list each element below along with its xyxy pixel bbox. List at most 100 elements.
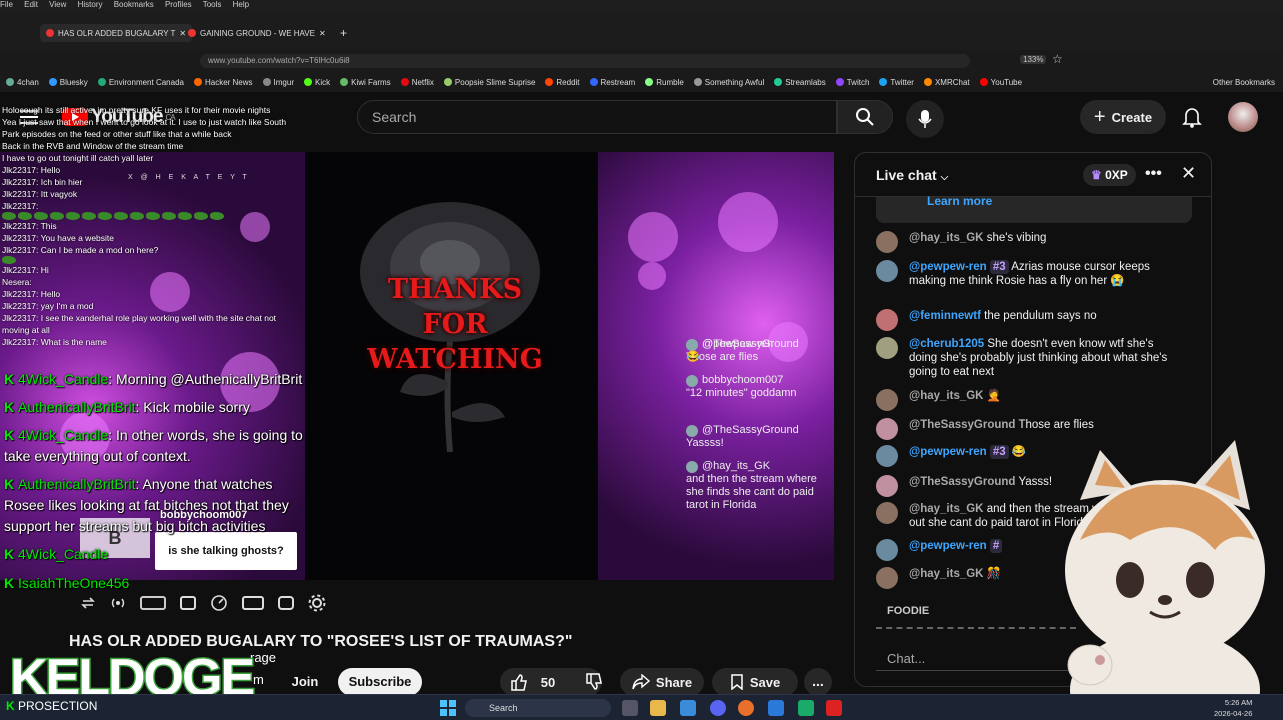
bookmark-item[interactable]: Environment Canada (97, 78, 184, 87)
menu-help[interactable]: Help (233, 0, 249, 9)
user-avatar[interactable] (876, 418, 898, 440)
search-button[interactable] (837, 100, 893, 134)
chat-username[interactable]: @hay_its_GK (909, 232, 984, 244)
menu-view[interactable]: View (49, 0, 66, 9)
miniplayer-icon[interactable] (140, 596, 166, 610)
bookmark-item[interactable]: Kiwi Farms (340, 78, 391, 87)
bookmark-item[interactable]: Twitter (879, 78, 914, 87)
system-clock[interactable]: 5:26 AM 2026-04-26 (1214, 697, 1252, 719)
thumbs-down-icon[interactable] (585, 673, 602, 691)
close-chat-icon[interactable]: ✕ (1181, 163, 1196, 184)
chat-username[interactable]: @pewpew-ren (909, 261, 987, 273)
user-avatar[interactable] (876, 337, 898, 359)
zoom-level[interactable]: 133% (1020, 55, 1047, 64)
bookmark-item[interactable]: Poopsie Slime Suprise (443, 78, 535, 87)
xp-badge[interactable]: ♛ 0XP (1083, 164, 1136, 186)
menu-history[interactable]: History (78, 0, 103, 9)
user-avatar[interactable] (876, 389, 898, 411)
chat-username[interactable]: @cherub1205 (909, 338, 984, 350)
bookmark-item[interactable]: Bluesky (48, 77, 88, 87)
add-clip-icon[interactable] (242, 596, 264, 610)
learn-more-banner[interactable]: Learn more (876, 194, 1192, 223)
chat-username[interactable]: @feminnewtf (909, 310, 981, 322)
bookmark-item[interactable]: XMRChat (923, 78, 970, 87)
save-button[interactable]: Save (712, 668, 798, 696)
app-icon[interactable] (798, 700, 814, 716)
user-avatar[interactable] (876, 445, 898, 467)
gear-icon[interactable] (308, 594, 326, 612)
notifications-bell-icon[interactable] (1182, 106, 1202, 128)
join-button[interactable]: Join (283, 668, 327, 696)
bookmark-item[interactable]: Something Awful (693, 78, 764, 87)
chat-message-body: @pewpew-ren # (909, 539, 1003, 561)
bookmark-item[interactable]: Netflix (400, 78, 434, 87)
star-icon[interactable]: ☆ (1052, 52, 1063, 66)
other-bookmarks[interactable]: Other Bookmarks (1213, 78, 1275, 87)
menu-edit[interactable]: Edit (24, 0, 38, 9)
user-avatar[interactable] (876, 231, 898, 253)
tab-inactive[interactable]: GAINING GROUND - WE HAVE ✕ (182, 24, 332, 42)
bookmark-label: Bluesky (59, 77, 88, 87)
more-options-icon[interactable]: ••• (1145, 165, 1162, 183)
chat-username[interactable]: @TheSassyGround (909, 419, 1015, 431)
menu-bookmarks[interactable]: Bookmarks (114, 0, 154, 9)
speed-gauge-icon[interactable] (210, 594, 228, 612)
chat-username[interactable]: @pewpew-ren (909, 446, 987, 458)
bookmark-item[interactable]: Rumble (645, 78, 684, 87)
url-field[interactable]: www.youtube.com/watch?v=T6lHc0u6i8 (200, 54, 970, 68)
chat-username[interactable]: @TheSassyGround (909, 476, 1015, 488)
chat-username[interactable]: @hay_its_GK (909, 503, 984, 515)
menu-file[interactable]: File (0, 0, 13, 9)
taskbar-search[interactable]: Search (465, 699, 611, 717)
bookmark-item[interactable]: Imgur (262, 78, 294, 87)
more-actions-button[interactable]: ... (804, 668, 832, 696)
bookmark-item[interactable]: Streamlabs (774, 78, 826, 87)
live-chat-title: Live chat (876, 167, 937, 183)
frog-emote-icon (18, 212, 32, 220)
app-icon[interactable] (768, 700, 784, 716)
close-icon[interactable]: ✕ (319, 29, 326, 38)
user-avatar[interactable] (876, 539, 898, 561)
task-view-icon[interactable] (622, 700, 638, 716)
share-button[interactable]: Share (620, 668, 704, 696)
create-button[interactable]: + Create (1080, 100, 1166, 134)
bookmark-item[interactable]: Reddit (545, 78, 580, 87)
user-avatar[interactable] (876, 309, 898, 331)
youtube-icon[interactable] (826, 700, 842, 716)
bookmark-item[interactable]: YouTube (979, 78, 1022, 87)
bookmark-item[interactable]: Restream (589, 78, 635, 87)
live-chat-title-dropdown[interactable]: Live chat ⌵ (876, 167, 948, 183)
bookmark-item[interactable]: Hacker News (193, 78, 253, 87)
menu-profiles[interactable]: Profiles (165, 0, 192, 9)
bookmark-item[interactable]: Twitch (835, 78, 869, 87)
windows-start-icon[interactable] (440, 700, 456, 716)
discord-icon[interactable] (710, 700, 726, 716)
user-avatar[interactable] (876, 567, 898, 589)
live-icon[interactable] (110, 595, 126, 611)
menu-tools[interactable]: Tools (203, 0, 222, 9)
chat-username[interactable]: @hay_its_GK (909, 390, 984, 402)
account-avatar[interactable] (1228, 102, 1258, 132)
firefox-icon[interactable] (738, 700, 754, 716)
kick-chat-message: K 4Wick_Candle: Morning @AuthenicallyBri… (4, 371, 303, 387)
user-avatar (686, 460, 698, 473)
thumbs-up-icon[interactable] (510, 673, 527, 691)
bookmark-item[interactable]: 4chan (6, 78, 39, 87)
loop-icon[interactable] (80, 595, 96, 611)
file-explorer-icon[interactable] (650, 700, 666, 716)
new-tab-button[interactable]: + (334, 24, 353, 42)
screenshot-camera-icon[interactable] (278, 596, 294, 610)
theater-icon[interactable] (180, 596, 196, 610)
learn-more-link[interactable]: Learn more (927, 194, 992, 208)
voice-search-button[interactable] (906, 100, 944, 138)
tab-active[interactable]: HAS OLR ADDED BUGALARY T ✕ (40, 24, 193, 42)
user-avatar[interactable] (876, 502, 898, 524)
user-avatar[interactable] (876, 475, 898, 497)
subscribe-button[interactable]: Subscribe (338, 668, 422, 696)
app-icon[interactable] (680, 700, 696, 716)
chat-username[interactable]: @hay_its_GK (909, 568, 984, 580)
chat-username[interactable]: @pewpew-ren (909, 540, 987, 552)
bookmark-item[interactable]: Kick (304, 78, 330, 87)
user-avatar[interactable] (876, 260, 898, 282)
search-input[interactable]: Search (357, 100, 837, 134)
